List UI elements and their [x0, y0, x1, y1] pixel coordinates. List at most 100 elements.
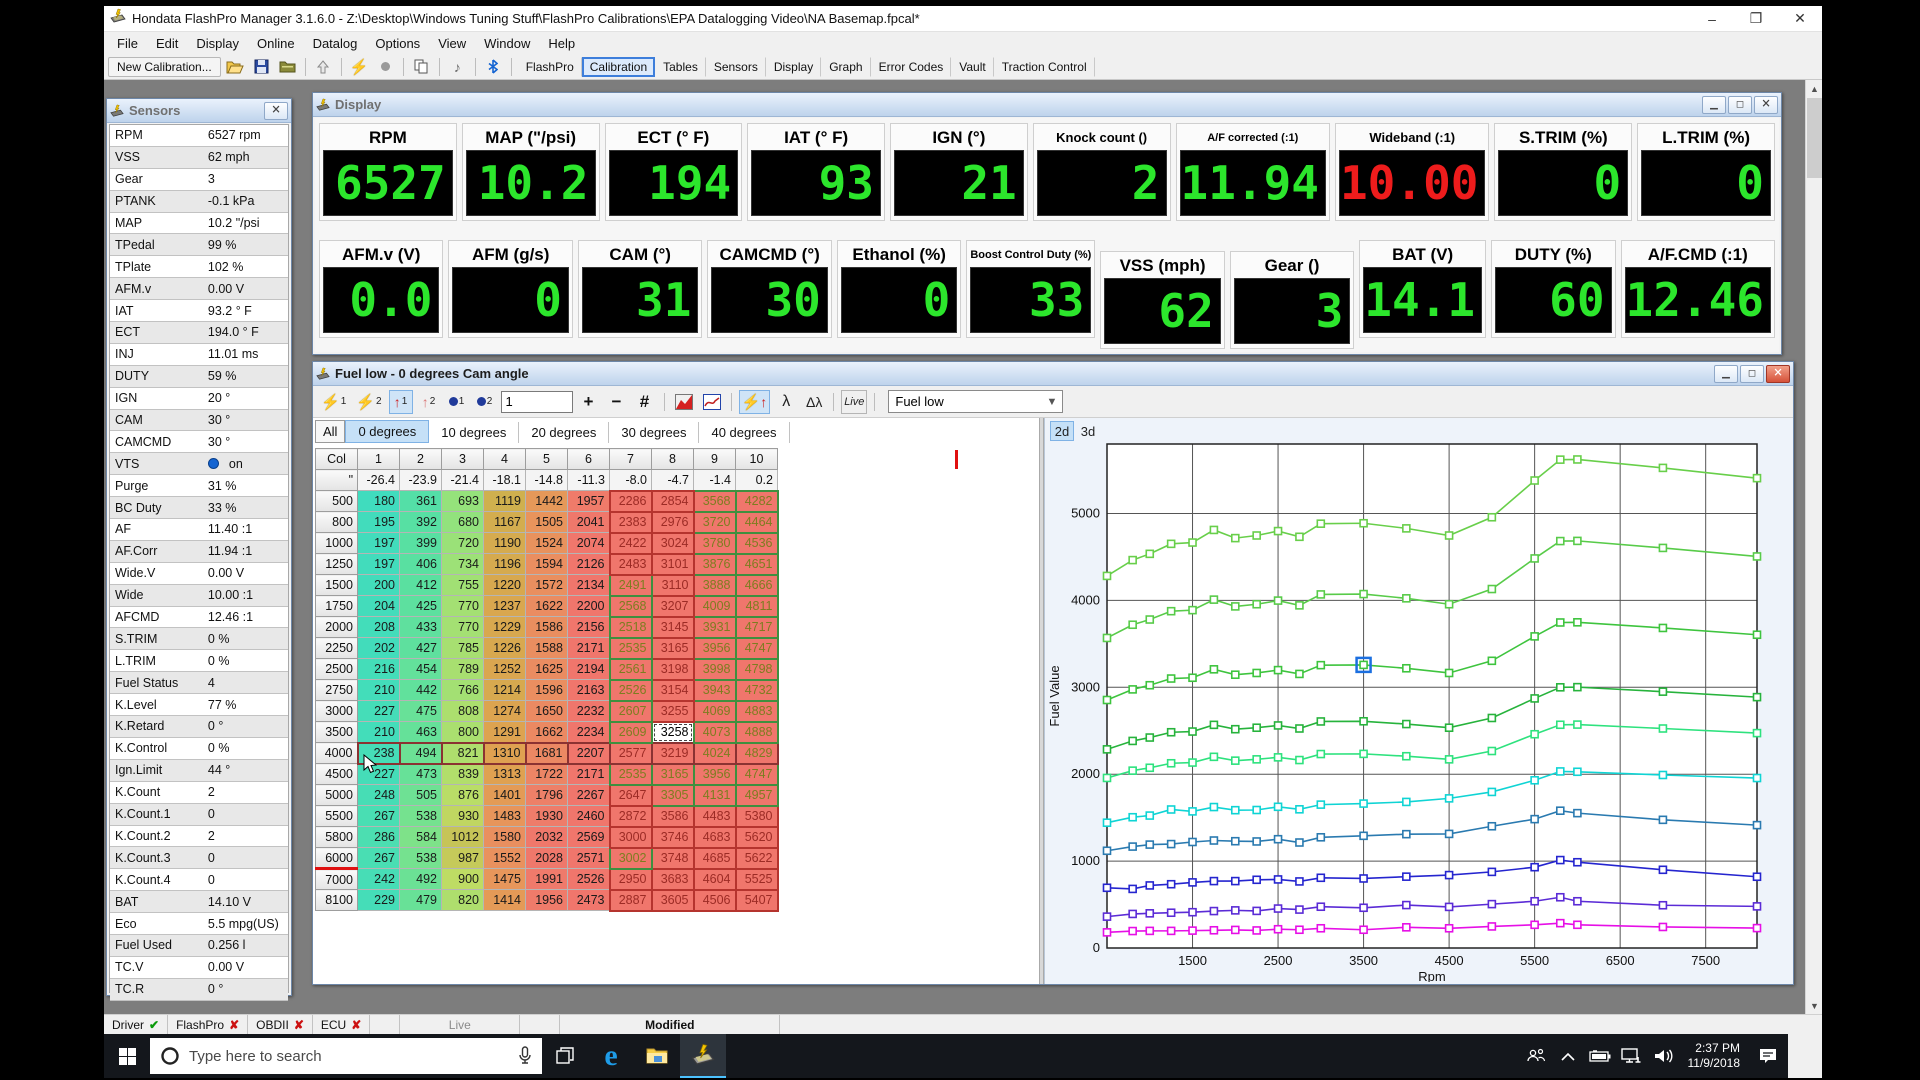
data-point[interactable]	[1168, 760, 1175, 767]
data-point[interactable]	[1360, 832, 1367, 839]
fuel-cell[interactable]: 1722	[526, 764, 568, 785]
data-point[interactable]	[1189, 728, 1196, 735]
fuel-cell[interactable]: 2126	[568, 554, 610, 575]
start-button[interactable]	[104, 1034, 150, 1078]
fuel-cell[interactable]: 1214	[484, 680, 526, 701]
data-point[interactable]	[1360, 591, 1367, 598]
fuel-cell[interactable]: 1220	[484, 575, 526, 596]
fuel-cell[interactable]: 479	[400, 890, 442, 911]
fuel-cell[interactable]: 2483	[610, 554, 652, 575]
data-point[interactable]	[1659, 725, 1666, 732]
view-button-display[interactable]: Display	[766, 57, 821, 77]
data-point[interactable]	[1168, 909, 1175, 916]
data-point[interactable]	[1232, 807, 1239, 814]
fuel-cell[interactable]: 5525	[736, 869, 778, 890]
data-point[interactable]	[1317, 662, 1324, 669]
fuel-cell[interactable]: 3165	[652, 638, 694, 659]
data-point[interactable]	[1168, 841, 1175, 848]
data-point[interactable]	[1275, 754, 1282, 761]
data-point[interactable]	[1360, 904, 1367, 911]
fuel-cell[interactable]: 1524	[526, 533, 568, 554]
speaker-icon[interactable]	[1648, 1034, 1680, 1078]
delta-lambda-icon[interactable]: Δλ	[802, 390, 826, 414]
data-point[interactable]	[1403, 831, 1410, 838]
data-point[interactable]	[1129, 814, 1136, 821]
data-point[interactable]	[1275, 597, 1282, 604]
copy-icon[interactable]	[410, 56, 433, 77]
fuel-cell[interactable]: 3943	[694, 680, 736, 701]
marker-1-icon[interactable]: ↑1	[389, 390, 413, 414]
fuel-cell[interactable]: 3780	[694, 533, 736, 554]
fuel-cell[interactable]: 216	[358, 659, 400, 680]
fuel-cell[interactable]: 800	[442, 722, 484, 743]
fuel-cell[interactable]: 210	[358, 680, 400, 701]
fuel-cell[interactable]: 475	[400, 701, 442, 722]
fuel-minimize-button[interactable]: ▁	[1714, 365, 1738, 383]
view-button-traction-control[interactable]: Traction Control	[994, 57, 1095, 77]
fuel-cell[interactable]: 3605	[652, 890, 694, 911]
data-point[interactable]	[1403, 902, 1410, 909]
cam-tab-all[interactable]: All	[315, 420, 345, 443]
data-point[interactable]	[1275, 905, 1282, 912]
fuel-cell[interactable]: 2041	[568, 512, 610, 533]
data-point[interactable]	[1446, 601, 1453, 608]
fuel-cell[interactable]: 2028	[526, 848, 568, 869]
data-point[interactable]	[1659, 544, 1666, 551]
fuel-cell[interactable]: 1956	[526, 890, 568, 911]
fuel-cell[interactable]: 3024	[652, 533, 694, 554]
fuel-cell[interactable]: 3876	[694, 554, 736, 575]
fuel-cell[interactable]: 1586	[526, 617, 568, 638]
people-icon[interactable]	[1520, 1034, 1552, 1078]
data-point[interactable]	[1104, 746, 1111, 753]
data-point[interactable]	[1360, 926, 1367, 933]
fuel-cell[interactable]: 267	[358, 848, 400, 869]
fuel-cell[interactable]: 208	[358, 617, 400, 638]
fuel-cell[interactable]: 1594	[526, 554, 568, 575]
fuel-cell[interactable]: 204	[358, 596, 400, 617]
fuel-cell[interactable]: 1229	[484, 617, 526, 638]
fuel-cell[interactable]: 4811	[736, 596, 778, 617]
menu-datalog[interactable]: Datalog	[304, 34, 367, 53]
data-point[interactable]	[1296, 533, 1303, 540]
data-point[interactable]	[1317, 520, 1324, 527]
data-point[interactable]	[1129, 910, 1136, 917]
data-point[interactable]	[1189, 927, 1196, 934]
data-point[interactable]	[1360, 800, 1367, 807]
data-point[interactable]	[1659, 923, 1666, 930]
fuel-cell[interactable]: 4883	[736, 701, 778, 722]
taskbar-search[interactable]: Type here to search	[150, 1038, 542, 1074]
fuel-cell[interactable]: 1012	[442, 827, 484, 848]
taskbar-clock[interactable]: 2:37 PM 11/9/2018	[1680, 1041, 1749, 1071]
data-point[interactable]	[1232, 603, 1239, 610]
data-point[interactable]	[1210, 526, 1217, 533]
fuel-cell[interactable]: 3101	[652, 554, 694, 575]
cam-tab-20-degrees[interactable]: 20 degrees	[519, 422, 609, 443]
data-point[interactable]	[1557, 920, 1564, 927]
data-point[interactable]	[1754, 775, 1761, 782]
fuel-cell[interactable]: 2609	[610, 722, 652, 743]
fuel-cell[interactable]: 3305	[652, 785, 694, 806]
data-point[interactable]	[1317, 591, 1324, 598]
data-point[interactable]	[1754, 925, 1761, 932]
fuel-cell[interactable]: 3255	[652, 701, 694, 722]
fuel-cell[interactable]: 2577	[610, 743, 652, 764]
data-point[interactable]	[1168, 675, 1175, 682]
view-button-error-codes[interactable]: Error Codes	[871, 57, 952, 77]
record-icon[interactable]	[374, 56, 397, 77]
fuel-cell[interactable]: 286	[358, 827, 400, 848]
data-point[interactable]	[1531, 921, 1538, 928]
display-maximize-button[interactable]: ◻	[1728, 96, 1752, 114]
data-point[interactable]	[1574, 619, 1581, 626]
data-point[interactable]	[1275, 528, 1282, 535]
fuel-cell[interactable]: 454	[400, 659, 442, 680]
data-point[interactable]	[1104, 929, 1111, 936]
fuel-cell[interactable]: 4651	[736, 554, 778, 575]
fuel-cell[interactable]: 693	[442, 491, 484, 512]
data-point[interactable]	[1104, 696, 1111, 703]
fuel-cell[interactable]: 4732	[736, 680, 778, 701]
data-point[interactable]	[1253, 927, 1260, 934]
fuel-cell[interactable]: 427	[400, 638, 442, 659]
data-point[interactable]	[1446, 903, 1453, 910]
data-point[interactable]	[1275, 876, 1282, 883]
fuel-cell[interactable]: 876	[442, 785, 484, 806]
